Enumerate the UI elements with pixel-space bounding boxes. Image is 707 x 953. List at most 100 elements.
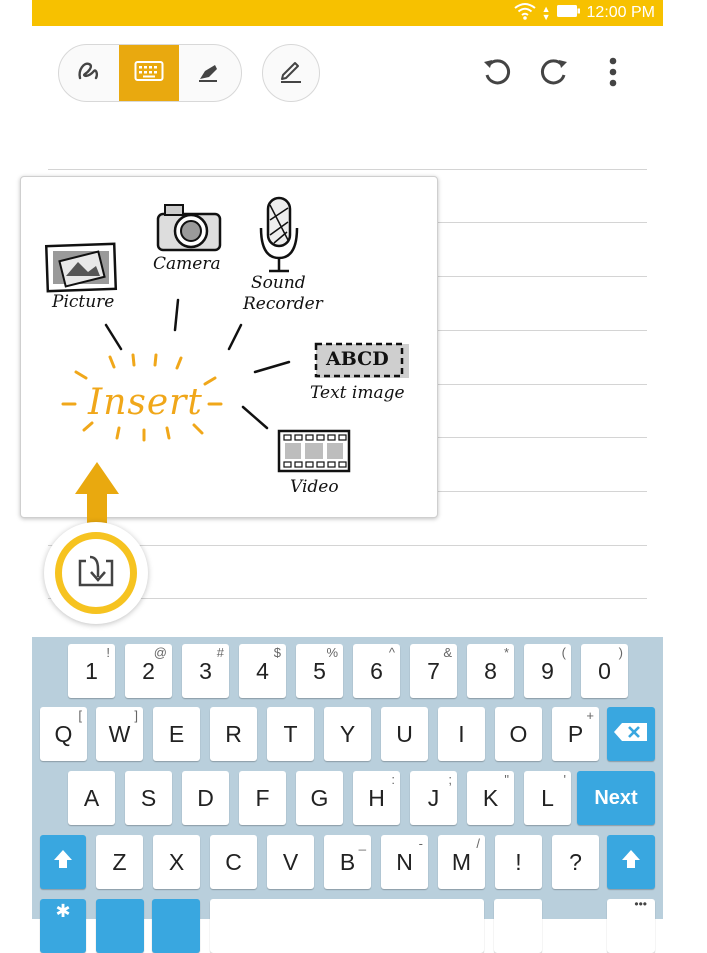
video-option-label[interactable]: Video: [290, 477, 339, 497]
key-row4-2[interactable]: C: [210, 835, 257, 889]
key-row2-0[interactable]: Q[: [40, 707, 87, 761]
key-row2-3[interactable]: R: [210, 707, 257, 761]
gear-icon: ✱: [55, 901, 71, 921]
key-row1-5[interactable]: 6 ^: [353, 644, 400, 698]
key-row3-3[interactable]: F: [239, 771, 286, 825]
key-row2-7[interactable]: I: [438, 707, 485, 761]
sound-recorder-option-label-line2[interactable]: Recorder: [243, 294, 323, 314]
key-row4-0[interactable]: Z: [96, 835, 143, 889]
key-label: 1: [85, 657, 98, 684]
key-secondary-label: %: [326, 645, 338, 660]
key-label: 0: [598, 657, 611, 684]
shift-icon: [621, 848, 641, 876]
shift-key-right[interactable]: [607, 835, 655, 889]
key-row1-8[interactable]: 9(: [524, 644, 571, 698]
key-label: 6: [370, 657, 383, 684]
key-row2-4[interactable]: T: [267, 707, 314, 761]
key-row1-6[interactable]: 7 &: [410, 644, 457, 698]
key-row2-9[interactable]: P +: [552, 707, 599, 761]
key-row1-1[interactable]: 2 @: [125, 644, 172, 698]
key-row2-8[interactable]: O: [495, 707, 542, 761]
picture-option-label[interactable]: Picture: [52, 292, 114, 312]
key-row3-2[interactable]: D: [182, 771, 229, 825]
key-row4-1[interactable]: X: [153, 835, 200, 889]
key-row4-5[interactable]: N-: [381, 835, 428, 889]
insert-title: Insert: [88, 382, 203, 423]
key-row4-6[interactable]: M /: [438, 835, 485, 889]
key-label: S: [140, 784, 157, 811]
key-row3-8[interactable]: L ': [524, 771, 571, 825]
key-label: R: [225, 720, 242, 747]
key-secondary-label: @: [153, 645, 167, 660]
key-row1-0[interactable]: 1!: [68, 644, 115, 698]
key-row1-4[interactable]: 5%: [296, 644, 343, 698]
key-label: M: [451, 848, 472, 875]
key-row2-5[interactable]: Y: [324, 707, 371, 761]
key-secondary-label: #: [216, 645, 224, 660]
key-row3-4[interactable]: G: [296, 771, 343, 825]
key-label: 7: [427, 657, 440, 684]
key-row1-9[interactable]: 0): [581, 644, 628, 698]
picture-icon: [44, 242, 118, 293]
key-secondary-label: [: [78, 708, 82, 723]
emoji-key[interactable]: •••: [607, 897, 655, 953]
symbols-key[interactable]: [96, 899, 144, 953]
key-row4-8[interactable]: ?: [552, 835, 599, 889]
key-secondary-label: ;: [448, 772, 452, 787]
comma-key[interactable]: [494, 899, 542, 953]
key-row1-3[interactable]: 4 $: [239, 644, 286, 698]
key-label: W: [108, 720, 131, 747]
key-label: K: [482, 784, 499, 811]
key-label: V: [282, 848, 299, 875]
insert-button-ring: [55, 532, 137, 614]
key-row1-7[interactable]: 8 *: [467, 644, 514, 698]
key-label: X: [168, 848, 185, 875]
pointer-arrow: [75, 462, 119, 526]
key-secondary-label: -: [418, 836, 423, 851]
text-image-option-label[interactable]: Text image: [310, 383, 405, 403]
sound-recorder-option-label-line1[interactable]: Sound: [251, 273, 306, 293]
key-row3-5[interactable]: H:: [353, 771, 400, 825]
key-label: I: [458, 720, 465, 747]
key-row3-7[interactable]: K ": [467, 771, 514, 825]
key-label: !: [515, 848, 522, 875]
key-row3-1[interactable]: S: [125, 771, 172, 825]
voice-key[interactable]: [152, 899, 200, 953]
key-row3-0[interactable]: A: [68, 771, 115, 825]
text-image-sample: ABCD: [326, 348, 389, 370]
space-key[interactable]: [210, 899, 484, 953]
key-label: 2: [142, 657, 155, 684]
insert-icon: [76, 553, 116, 594]
more-horizontal-icon: •••: [634, 897, 647, 911]
shift-key-left[interactable]: [40, 835, 86, 889]
key-row3-6[interactable]: J;: [410, 771, 457, 825]
key-row4-4[interactable]: B _: [324, 835, 371, 889]
on-screen-keyboard: 1! 2 @3 #4 $5% 6 ^ 7 & 8 * 9(0) Q[W] E R T Y U I O P + A S D F G H:…: [32, 637, 663, 953]
key-secondary-label: :: [391, 772, 395, 787]
key-label: 8: [484, 657, 497, 684]
next-key[interactable]: Next: [577, 771, 655, 825]
key-row1-2[interactable]: 3 #: [182, 644, 229, 698]
key-label: 4: [256, 657, 269, 684]
settings-key[interactable]: ✱: [40, 899, 86, 953]
camera-option-label[interactable]: Camera: [153, 254, 221, 274]
key-secondary-label: $: [273, 645, 281, 660]
key-row4-3[interactable]: V: [267, 835, 314, 889]
key-label: A: [83, 784, 100, 811]
key-row4-7[interactable]: !: [495, 835, 542, 889]
video-icon: [277, 429, 351, 473]
microphone-icon: [259, 196, 299, 273]
key-label: J: [427, 784, 440, 811]
key-label: 3: [199, 657, 212, 684]
key-secondary-label: !: [106, 645, 110, 660]
key-secondary-label: ]: [134, 708, 138, 723]
backspace-key[interactable]: [607, 707, 655, 761]
key-label: L: [541, 784, 554, 811]
insert-button[interactable]: [44, 522, 148, 624]
key-secondary-label: ^: [388, 645, 395, 660]
key-label: Z: [112, 848, 127, 875]
key-row2-2[interactable]: E: [153, 707, 200, 761]
key-row2-1[interactable]: W]: [96, 707, 143, 761]
key-row2-6[interactable]: U: [381, 707, 428, 761]
key-secondary-label: /: [476, 836, 480, 851]
